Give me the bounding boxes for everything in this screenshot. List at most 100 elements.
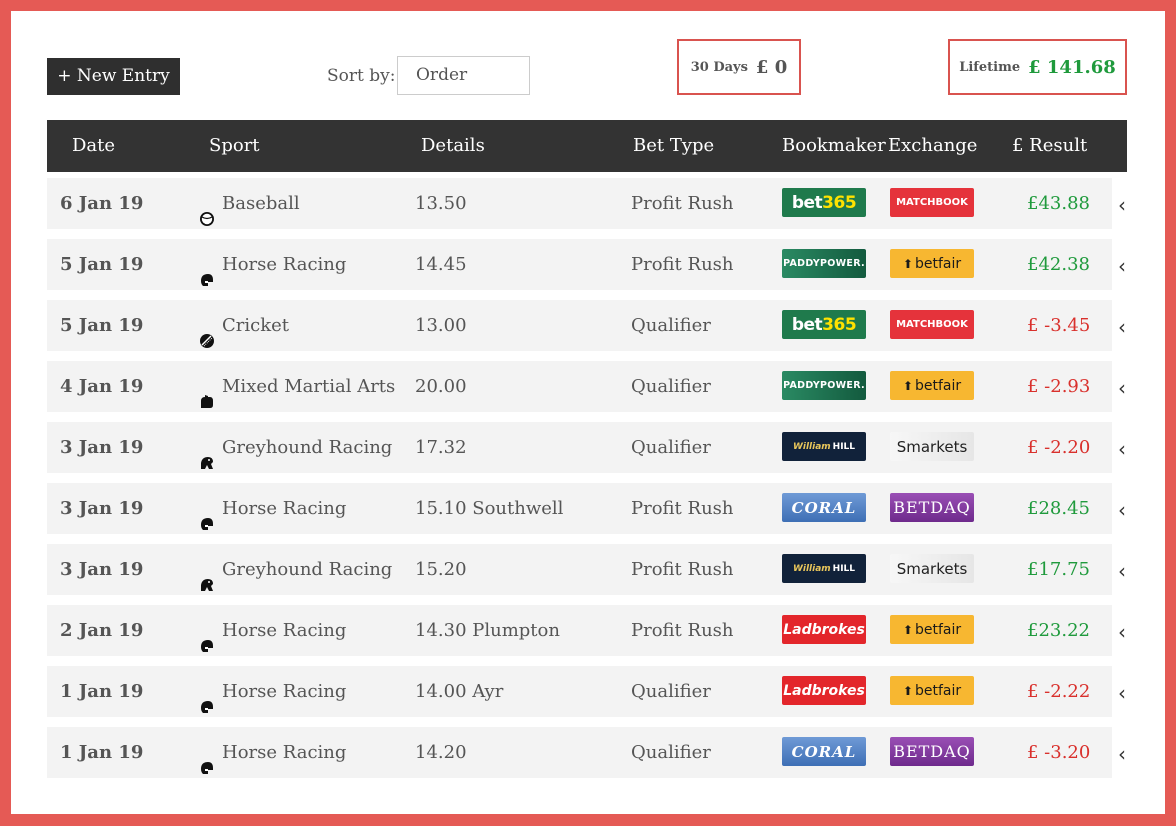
row-sport-label: Horse Racing	[222, 620, 347, 641]
row-date: 1 Jan 19	[60, 742, 144, 763]
cricket-icon	[199, 318, 215, 348]
row-result: £17.75	[1027, 559, 1090, 580]
row-sport-label: Greyhound Racing	[222, 559, 393, 580]
row-sport-label: Horse Racing	[222, 681, 347, 702]
row-sport-label: Cricket	[222, 315, 290, 336]
row-bet-type: Qualifier	[631, 376, 711, 397]
header-sport[interactable]: Sport	[209, 120, 260, 172]
header-bet-type[interactable]: Bet Type	[633, 120, 714, 172]
row-sport: Cricket	[199, 300, 289, 351]
row-sport-label: Horse Racing	[222, 254, 347, 275]
toolbar: + New Entry Sort by: Order 30 Days £ 0 L…	[47, 39, 1127, 95]
main-panel: + New Entry Sort by: Order 30 Days £ 0 L…	[11, 11, 1165, 814]
chevron-left-icon[interactable]: ‹	[1118, 437, 1126, 461]
bookmaker-logo: Ladbrokes	[782, 615, 866, 644]
stat-lifetime-value: £ 141.68	[1028, 56, 1116, 78]
table-row[interactable]: 6 Jan 19 Baseball 13.50 Profit Rush bet 365 MA…	[47, 178, 1126, 229]
table-row[interactable]: 1 Jan 19 Horse Racing 14.20 Qualifier CORAL B…	[47, 727, 1126, 778]
row-result: £ -3.20	[1027, 742, 1091, 763]
row-details: 15.20	[415, 559, 467, 580]
chevron-left-icon[interactable]: ‹	[1118, 376, 1126, 400]
exchange-logo: MATCHBOOK	[890, 188, 974, 217]
chevron-left-icon[interactable]: ‹	[1118, 254, 1126, 278]
exchange-logo: ⬆ betfair	[890, 615, 974, 644]
row-result: £ -2.22	[1027, 681, 1091, 702]
row-sport: Greyhound Racing	[199, 544, 392, 595]
table-row[interactable]: 3 Jan 19 Greyhound Racing 17.32 Qualifier Wi…	[47, 422, 1126, 473]
mma-glove-icon	[199, 379, 215, 408]
row-details: 13.00	[415, 315, 467, 336]
row-sport: Horse Racing	[199, 727, 346, 778]
table-row[interactable]: 5 Jan 19 Horse Racing 14.45 Profit Rush PADD…	[47, 239, 1126, 290]
row-details: 15.10 Southwell	[415, 498, 564, 519]
table-row[interactable]: 1 Jan 19 Horse Racing 14.00 Ayr Qualifier La…	[47, 666, 1126, 717]
row-date: 2 Jan 19	[60, 620, 144, 641]
table-row[interactable]: 2 Jan 19 Horse Racing 14.30 Plumpton Profit…	[47, 605, 1126, 656]
exchange-logo: Smarkets	[890, 554, 974, 583]
row-details: 13.50	[415, 193, 467, 214]
horse-racing-icon	[199, 623, 215, 652]
stat-lifetime: Lifetime £ 141.68	[948, 39, 1127, 95]
header-details[interactable]: Details	[421, 120, 485, 172]
table-row[interactable]: 4 Jan 19 Mixed Martial Arts 20.00 Qualifier…	[47, 361, 1126, 412]
chevron-left-icon[interactable]: ‹	[1118, 742, 1126, 766]
stat-30-days-value: £ 0	[755, 56, 788, 78]
row-sport-label: Horse Racing	[222, 498, 347, 519]
bookmaker-logo: CORAL	[782, 493, 866, 522]
horse-racing-icon	[199, 501, 215, 530]
header-result[interactable]: £ Result	[1012, 120, 1087, 172]
table-header: Date Sport Details Bet Type Bookmaker Ex…	[47, 120, 1127, 172]
header-date[interactable]: Date	[72, 120, 115, 172]
row-bet-type: Qualifier	[631, 437, 711, 458]
chevron-left-icon[interactable]: ‹	[1118, 315, 1126, 339]
row-sport: Horse Racing	[199, 483, 346, 534]
sort-label: Sort by:	[327, 66, 396, 86]
row-bet-type: Qualifier	[631, 742, 711, 763]
exchange-logo: ⬆ betfair	[890, 249, 974, 278]
exchange-logo: BETDAQ	[890, 493, 974, 522]
chevron-left-icon[interactable]: ‹	[1118, 559, 1126, 583]
chevron-left-icon[interactable]: ‹	[1118, 193, 1126, 217]
row-sport-label: Horse Racing	[222, 742, 347, 763]
bookmaker-logo: William HILL	[782, 554, 866, 583]
row-details: 14.00 Ayr	[415, 681, 504, 702]
bets-table: Date Sport Details Bet Type Bookmaker Ex…	[47, 120, 1127, 778]
exchange-logo: ⬆ betfair	[890, 676, 974, 705]
table-body: 6 Jan 19 Baseball 13.50 Profit Rush bet 365 MA…	[47, 178, 1127, 778]
horse-racing-icon	[199, 745, 215, 774]
bookmaker-logo: Ladbrokes	[782, 676, 866, 705]
row-result: £43.88	[1027, 193, 1090, 214]
chevron-left-icon[interactable]: ‹	[1118, 620, 1126, 644]
bookmaker-logo: bet 365	[782, 188, 866, 217]
row-sport: Greyhound Racing	[199, 422, 392, 473]
table-row[interactable]: 3 Jan 19 Greyhound Racing 15.20 Profit Rush…	[47, 544, 1126, 595]
row-bet-type: Qualifier	[631, 315, 711, 336]
chevron-left-icon[interactable]: ‹	[1118, 681, 1126, 705]
row-sport: Horse Racing	[199, 239, 346, 290]
chevron-left-icon[interactable]: ‹	[1118, 498, 1126, 522]
row-date: 3 Jan 19	[60, 437, 144, 458]
exchange-logo: Smarkets	[890, 432, 974, 461]
greyhound-icon	[199, 440, 215, 469]
row-bet-type: Profit Rush	[631, 193, 734, 214]
sort-select[interactable]: Order	[397, 56, 530, 95]
table-row[interactable]: 3 Jan 19 Horse Racing 15.10 Southwell Profi…	[47, 483, 1126, 534]
greyhound-icon	[199, 562, 215, 591]
exchange-logo: BETDAQ	[890, 737, 974, 766]
row-bet-type: Profit Rush	[631, 498, 734, 519]
bookmaker-logo: CORAL	[782, 737, 866, 766]
horse-racing-icon	[199, 257, 215, 286]
row-details: 17.32	[415, 437, 467, 458]
row-result: £42.38	[1027, 254, 1090, 275]
table-row[interactable]: 5 Jan 19 Cricket 13.00 Qualifier bet 365 MATCH…	[47, 300, 1126, 351]
row-result: £ -2.20	[1027, 437, 1091, 458]
header-exchange[interactable]: Exchange	[888, 120, 977, 172]
new-entry-button[interactable]: + New Entry	[47, 58, 180, 95]
baseball-icon	[199, 196, 215, 226]
row-sport-label: Baseball	[222, 193, 300, 214]
row-bet-type: Profit Rush	[631, 254, 734, 275]
header-bookmaker[interactable]: Bookmaker	[782, 120, 886, 172]
row-result: £28.45	[1027, 498, 1090, 519]
row-date: 3 Jan 19	[60, 559, 144, 580]
horse-racing-icon	[199, 684, 215, 713]
